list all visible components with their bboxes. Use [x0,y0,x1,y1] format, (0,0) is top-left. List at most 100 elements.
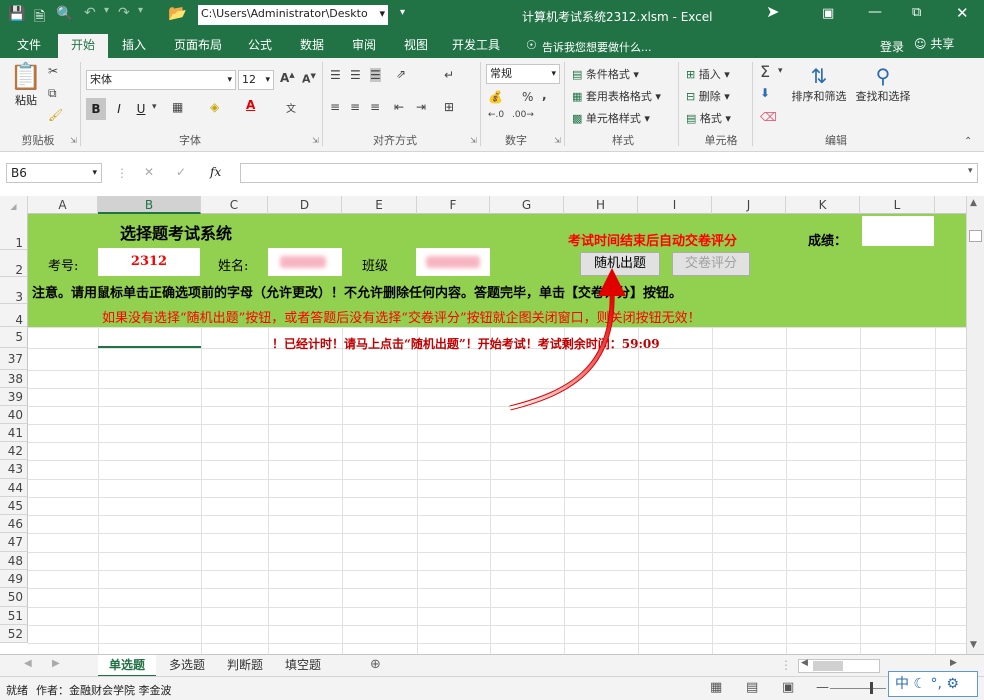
percent-button[interactable]: % [522,90,533,104]
submit-grade-button[interactable]: 交卷评分 [672,252,750,276]
class-value-cell[interactable] [416,248,490,276]
collapse-ribbon-icon[interactable]: ⌃ [964,136,972,147]
name-box[interactable]: B6 ▾ [6,163,102,183]
select-all-corner[interactable]: ◢ [0,196,28,214]
row-header[interactable]: 40 [0,406,28,424]
copy-icon[interactable]: ⧉ [48,86,57,101]
tab-page-layout[interactable]: 页面布局 [164,34,232,58]
sheet-tab-true-false[interactable]: 判断题 [218,655,272,677]
path-combo[interactable]: C:\Users\Administrator\Deskto ▾ [198,5,388,25]
dialog-launcher-icon[interactable]: ⇲ [70,136,77,145]
increase-decimal-icon[interactable]: ←.0 [488,110,504,120]
column-header[interactable]: E [342,196,417,214]
format-painter-icon[interactable]: 🖌 [48,108,63,122]
scroll-thumb[interactable] [969,230,982,242]
row-header[interactable]: 4 [0,304,28,327]
horizontal-scrollbar[interactable]: ◀ [798,658,880,673]
row-header[interactable]: 45 [0,497,28,515]
scroll-down-icon[interactable]: ▼ [970,640,977,650]
column-header[interactable]: K [786,196,860,214]
decrease-decimal-icon[interactable]: .00→ [512,110,534,120]
row-header[interactable]: 5 [0,327,28,348]
row-header[interactable]: 3 [0,277,28,304]
cancel-icon[interactable]: ✕ [144,165,154,179]
vertical-scrollbar[interactable]: ▲ ▼ [966,196,984,654]
tab-insert[interactable]: 插入 [112,34,156,58]
column-header[interactable]: A [28,196,98,214]
decrease-font-icon[interactable]: A▼ [302,72,316,86]
comma-style-icon[interactable]: , [542,88,547,102]
expand-formula-icon[interactable]: ▾ [968,166,973,176]
sheet-tab-multi-choice[interactable]: 多选题 [160,655,214,677]
number-format-combo[interactable]: 常规 ▾ [486,64,560,84]
cut-icon[interactable]: ✂ [48,64,58,78]
column-header[interactable]: G [490,196,564,214]
row-header[interactable]: 1 [0,214,28,250]
align-top-icon[interactable]: ☰ [330,68,341,82]
insert-cells-button[interactable]: ⊞ 插入 ▾ [686,66,730,82]
tab-developer[interactable]: 开发工具 [444,34,508,58]
clear-icon[interactable]: ⌫ [760,110,777,124]
row-header[interactable]: 47 [0,533,28,552]
format-cells-button[interactable]: ▤ 格式 ▾ [686,110,731,126]
tab-review[interactable]: 审阅 [342,34,386,58]
sheet-tab-fill-blank[interactable]: 填空题 [276,655,330,677]
column-header[interactable]: J [712,196,786,214]
chevron-down-icon[interactable]: ▾ [778,66,783,76]
enter-icon[interactable]: ✓ [176,165,186,179]
tab-data[interactable]: 数据 [290,34,334,58]
student-name-cell[interactable] [268,248,342,276]
row-header[interactable]: 49 [0,570,28,588]
align-left-icon[interactable]: ≡ [330,100,340,114]
chevron-down-icon[interactable]: ▾ [152,102,157,112]
column-header[interactable]: D [268,196,342,214]
italic-button[interactable]: I [110,98,128,120]
column-header[interactable]: I [638,196,712,214]
tab-scroll-left-icon[interactable]: ◀ [24,658,32,669]
zoom-out-icon[interactable]: — [816,680,829,695]
autosum-icon[interactable]: Σ [760,62,770,81]
merge-center-icon[interactable]: ⊞ [444,100,454,114]
tab-scroll-right-icon[interactable]: ▶ [52,658,60,669]
column-header[interactable]: B [98,196,201,214]
ribbon-display-options-icon[interactable]: ▣ [822,6,834,21]
font-size-combo[interactable]: 12 ▾ [238,70,274,90]
column-header[interactable]: C [201,196,268,214]
open-folder-icon[interactable]: 📂 [168,4,187,22]
cell-styles-button[interactable]: ▩ 单元格样式 ▾ [572,110,650,126]
tab-home[interactable]: 开始 [58,34,108,58]
normal-view-icon[interactable]: ▦ [710,680,722,695]
scroll-up-icon[interactable]: ▲ [970,198,977,208]
customize-qat-icon[interactable]: ▾ [400,7,405,18]
insert-function-icon[interactable]: fx [210,165,221,179]
tab-formulas[interactable]: 公式 [238,34,282,58]
row-header[interactable]: 48 [0,552,28,570]
exam-no-value[interactable]: 2312 [98,248,200,276]
borders-icon[interactable]: ▦ [172,100,183,114]
scroll-right-icon[interactable]: ▶ [950,658,957,668]
phonetic-guide-icon[interactable]: 文 [286,100,296,115]
font-color-icon[interactable]: A [246,98,255,112]
dialog-launcher-icon[interactable]: ⇲ [554,136,561,145]
row-header[interactable]: 42 [0,442,28,460]
login-link[interactable]: 登录 [880,38,904,55]
ime-toolbar[interactable]: 中 ☾ °, ⚙ [888,671,978,697]
page-break-icon[interactable]: ▣ [782,680,794,695]
align-center-icon[interactable]: ≡ [350,100,360,114]
bold-button[interactable]: B [86,98,106,120]
decrease-indent-icon[interactable]: ⇤ [394,100,404,114]
tell-me-box[interactable]: 告诉我您想要做什么... [542,39,652,55]
print-preview-icon[interactable]: 🔍 [56,6,73,22]
row-header[interactable]: 50 [0,588,28,607]
tab-file[interactable]: 文件 [8,34,50,58]
score-value-cell[interactable] [862,216,934,246]
scroll-thumb[interactable] [813,661,843,671]
sort-filter-button[interactable]: ⇅ 排序和筛选 [788,64,850,104]
row-header[interactable]: 38 [0,370,28,388]
column-header[interactable]: F [417,196,490,214]
page-layout-icon[interactable]: ▤ [746,680,758,695]
align-right-icon[interactable]: ≡ [370,100,380,114]
zoom-slider[interactable] [830,688,886,689]
undo-icon[interactable]: ↶ [84,5,96,21]
tab-view[interactable]: 视图 [394,34,438,58]
